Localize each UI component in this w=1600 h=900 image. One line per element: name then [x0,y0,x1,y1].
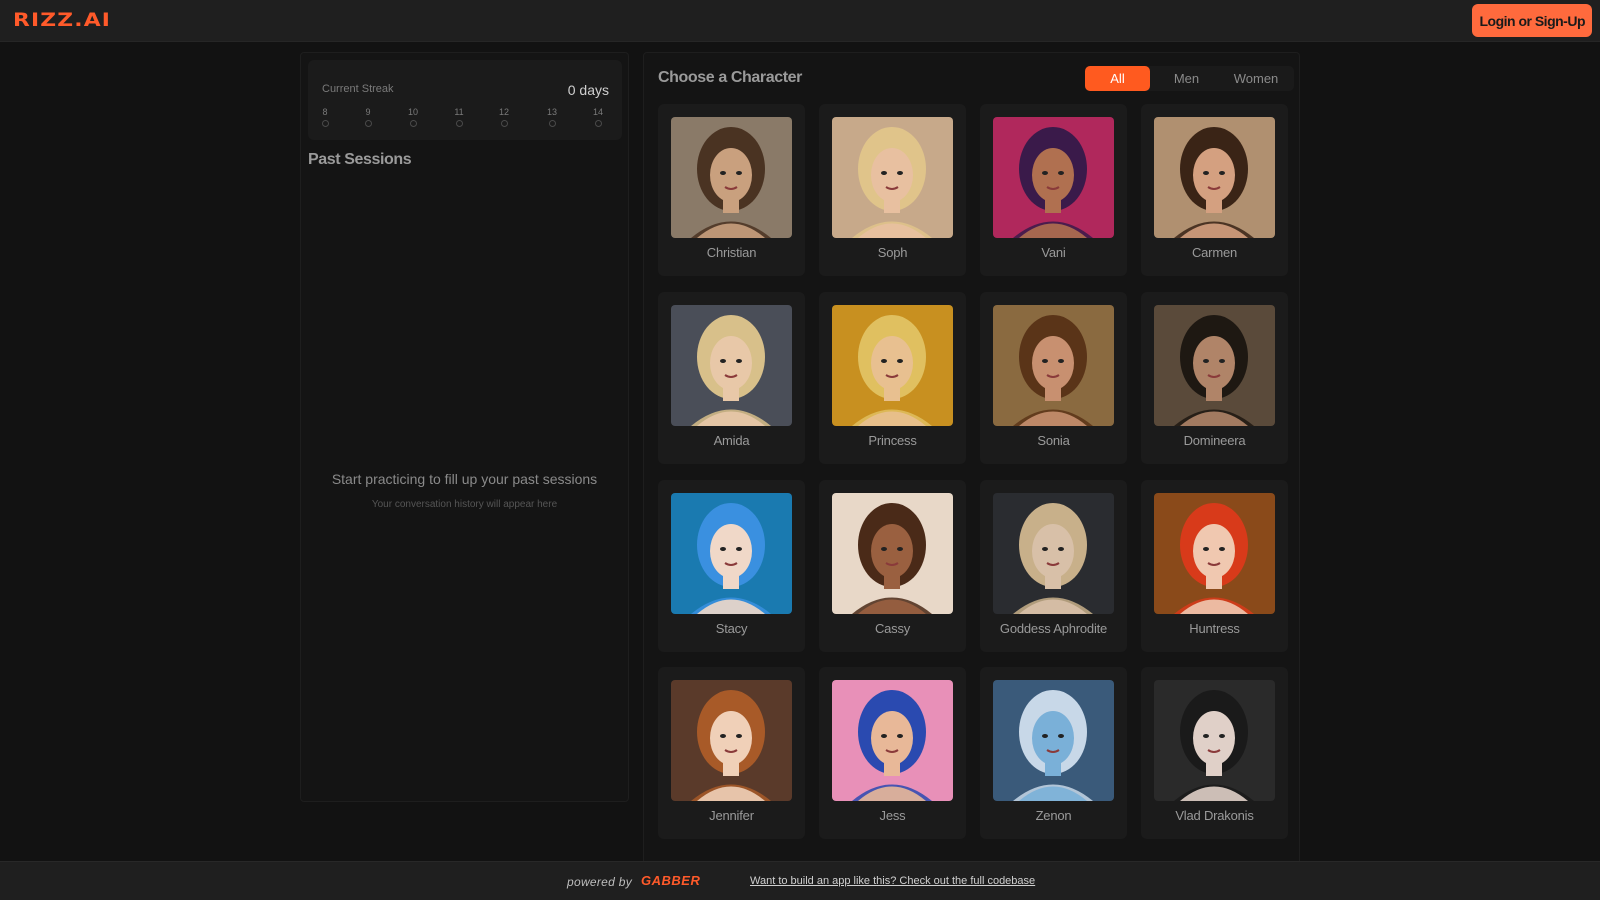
streak-day: 14 [586,107,610,127]
streak-day-number: 10 [407,107,418,117]
character-card[interactable]: Zenon [980,667,1127,839]
character-name: Soph [877,245,908,260]
choose-character-title: Choose a Character [658,69,802,86]
streak-label: Current Streak [322,83,394,95]
filter-men[interactable]: Men [1154,66,1219,91]
character-name: Vani [1041,245,1066,260]
character-name: Zenon [1035,808,1072,823]
streak-value: 0 days [567,82,609,98]
character-card[interactable]: Amida [658,292,805,464]
character-portrait[interactable] [671,493,792,614]
character-portrait[interactable] [993,305,1114,426]
streak-day: 9 [356,107,380,127]
character-portrait[interactable] [832,680,953,801]
streak-day-dot [409,120,417,127]
streak-card: Current Streak 0 days 8 9 10 11 12 13 14 [308,60,622,140]
character-name: Stacy [715,621,748,636]
character-portrait[interactable] [993,117,1114,238]
character-portrait[interactable] [832,117,953,238]
footer-bar: powered by GABBER Want to build an app l… [0,861,1600,900]
character-name: Jess [879,808,906,823]
character-portrait[interactable] [1154,305,1275,426]
streak-day-dot [500,120,508,127]
character-card[interactable]: Huntress [1141,480,1288,652]
streak-day-dot [321,120,329,127]
character-card[interactable]: Domineera [1141,292,1288,464]
streak-day-dot [548,120,556,127]
character-name: Princess [868,433,917,448]
streak-day-number: 9 [365,107,371,117]
character-portrait[interactable] [671,680,792,801]
app-logo[interactable]: RIZZ.AI [13,9,111,31]
character-name: Sonia [1037,433,1070,448]
character-name: Huntress [1189,621,1240,636]
character-panel: Choose a Character All Men Women Christi… [643,52,1300,900]
character-name: Domineera [1183,433,1246,448]
streak-day: 10 [401,107,425,127]
character-portrait[interactable] [1154,493,1275,614]
character-name: Carmen [1191,245,1238,260]
character-card[interactable]: Stacy [658,480,805,652]
character-card[interactable]: Cassy [819,480,966,652]
character-card[interactable]: Vani [980,104,1127,276]
character-portrait[interactable] [1154,117,1275,238]
filter-women[interactable]: Women [1221,66,1291,91]
character-portrait[interactable] [1154,680,1275,801]
gabber-logo[interactable]: GABBER [641,873,700,888]
streak-day-number: 8 [322,107,328,117]
character-name: Christian [706,245,757,260]
filter-all[interactable]: All [1085,66,1150,91]
powered-by-label: powered by [567,875,633,889]
gender-filter-tabs: All Men Women [1085,66,1294,91]
character-card[interactable]: Jess [819,667,966,839]
empty-state-title: Start practicing to fill up your past se… [331,471,598,487]
character-card[interactable]: Soph [819,104,966,276]
streak-day-dot [594,120,602,127]
codebase-link[interactable]: Want to build an app like this? Check ou… [750,875,1035,887]
streak-day-number: 12 [498,107,509,117]
character-card[interactable]: Princess [819,292,966,464]
streak-day-number: 14 [592,107,603,117]
character-card[interactable]: Jennifer [658,667,805,839]
top-navbar: RIZZ.AI Login or Sign-Up [0,0,1600,42]
character-portrait[interactable] [671,305,792,426]
character-name: Vlad Drakonis [1175,808,1254,823]
sessions-panel: Current Streak 0 days 8 9 10 11 12 13 14 Past … [300,52,629,802]
character-card[interactable]: Christian [658,104,805,276]
character-portrait[interactable] [993,680,1114,801]
character-card[interactable]: Sonia [980,292,1127,464]
character-portrait[interactable] [832,493,953,614]
character-card[interactable]: Goddess Aphrodite [980,480,1127,652]
streak-day-number: 13 [546,107,557,117]
character-name: Amida [713,433,750,448]
character-name: Jennifer [709,808,754,823]
character-card[interactable]: Vlad Drakonis [1141,667,1288,839]
character-portrait[interactable] [832,305,953,426]
streak-day-dot [364,120,372,127]
past-sessions-title: Past Sessions [308,151,412,168]
login-signup-button[interactable]: Login or Sign-Up [1472,4,1592,37]
character-name: Cassy [874,621,911,636]
streak-day: 11 [447,107,471,127]
character-card[interactable]: Carmen [1141,104,1288,276]
streak-day-number: 11 [454,107,464,117]
character-portrait[interactable] [993,493,1114,614]
streak-day: 12 [492,107,516,127]
streak-day: 8 [313,107,337,127]
streak-day: 13 [540,107,564,127]
streak-day-dot [455,120,463,127]
character-name: Goddess Aphrodite [999,621,1108,636]
character-portrait[interactable] [671,117,792,238]
empty-state-subtitle: Your conversation history will appear he… [371,499,558,510]
